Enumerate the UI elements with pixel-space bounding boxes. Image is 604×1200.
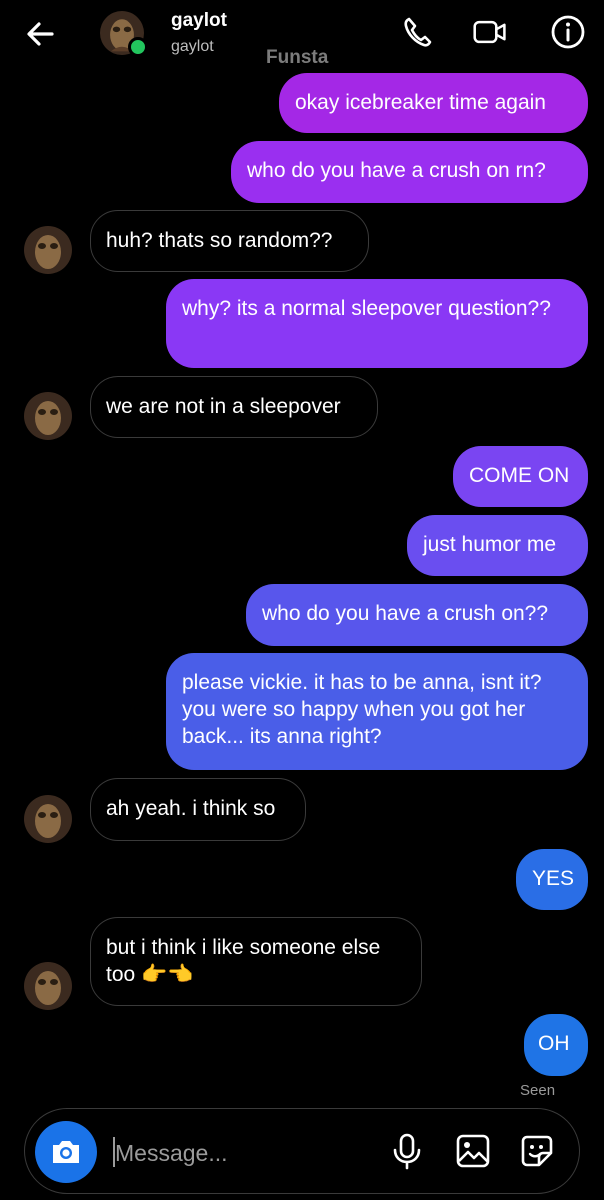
incoming-message[interactable]: but i think i like someone else too 👉👈	[90, 917, 422, 1006]
microphone-icon[interactable]	[387, 1131, 427, 1171]
outgoing-message[interactable]: please vickie. it has to be anna, isnt i…	[166, 653, 588, 770]
message-composer	[24, 1108, 580, 1194]
camera-icon	[53, 1141, 79, 1163]
phone-icon[interactable]	[400, 14, 436, 50]
message-input[interactable]	[113, 1133, 377, 1173]
incoming-message[interactable]: ah yeah. i think so	[90, 778, 306, 841]
contact-name[interactable]: gaylot	[171, 10, 227, 32]
camera-button[interactable]	[35, 1121, 97, 1183]
outgoing-message[interactable]: okay icebreaker time again	[279, 73, 588, 133]
outgoing-message[interactable]: OH	[524, 1014, 588, 1076]
contact-avatar[interactable]	[24, 226, 72, 274]
online-status-dot	[128, 37, 148, 57]
outgoing-message[interactable]: just humor me	[407, 515, 588, 576]
video-camera-icon[interactable]	[472, 14, 508, 50]
seen-status: Seen	[520, 1082, 556, 1099]
sticker-icon[interactable]	[517, 1131, 557, 1171]
chat-header: gaylot gaylot Funsta	[0, 0, 604, 70]
watermark-text: Funsta	[266, 47, 329, 68]
info-icon[interactable]	[550, 14, 586, 50]
contact-avatar[interactable]	[24, 392, 72, 440]
gallery-icon[interactable]	[453, 1131, 493, 1171]
header-avatar[interactable]	[100, 11, 148, 59]
outgoing-message[interactable]: COME ON	[453, 446, 588, 507]
outgoing-message[interactable]: why? its a normal sleepover question??	[166, 279, 588, 368]
outgoing-message[interactable]: YES	[516, 849, 588, 910]
contact-avatar[interactable]	[24, 962, 72, 1010]
outgoing-message[interactable]: who do you have a crush on rn?	[231, 141, 588, 203]
contact-avatar[interactable]	[24, 795, 72, 843]
contact-username[interactable]: gaylot	[171, 38, 214, 56]
incoming-message[interactable]: huh? thats so random??	[90, 210, 369, 272]
incoming-message[interactable]: we are not in a sleepover	[90, 376, 378, 438]
back-arrow-icon[interactable]	[22, 16, 58, 52]
outgoing-message[interactable]: who do you have a crush on??	[246, 584, 588, 646]
